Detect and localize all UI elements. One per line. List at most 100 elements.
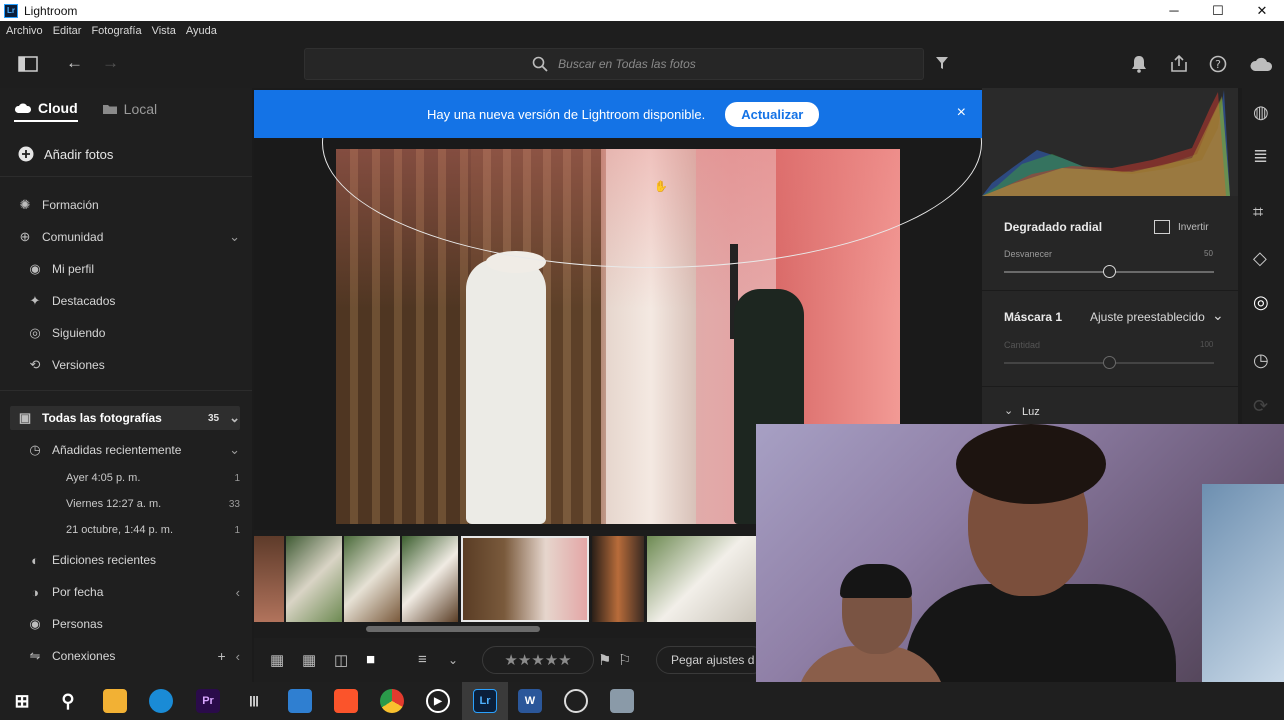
- cloud-sync-icon[interactable]: [1249, 56, 1273, 75]
- sidebar-item-community[interactable]: ⊕ Comunidad ⌄: [18, 226, 240, 248]
- sidebar-item-connections[interactable]: ⇋ Conexiones + ‹: [28, 645, 240, 667]
- close-banner-icon[interactable]: ×: [957, 104, 966, 122]
- panel-toggle-icon[interactable]: [18, 56, 38, 75]
- sidebar-item-all-photos[interactable]: ▣ Todas las fotografías 35 ⌄: [18, 407, 240, 429]
- filmstrip-thumbnail[interactable]: [254, 536, 284, 622]
- flag-reject-icon[interactable]: ⚐: [618, 651, 631, 669]
- menu-archivo[interactable]: Archivo: [6, 25, 43, 37]
- webcam-overlay: [756, 424, 1284, 682]
- chevron-down-icon: ⌄: [229, 410, 240, 425]
- sidebar-item-following[interactable]: ◎ Siguiendo: [28, 322, 240, 344]
- sidebar-item-recently-added[interactable]: ◷ Añadidas recientemente ⌄: [28, 439, 240, 461]
- minimize-button[interactable]: ─: [1152, 0, 1196, 21]
- lightroom-taskbar-icon[interactable]: Lr: [473, 689, 497, 713]
- sidebar-item-date[interactable]: Viernes 12:27 a. m. 33: [66, 493, 240, 515]
- sidebar-item-date[interactable]: Ayer 4:05 p. m. 1: [66, 467, 240, 489]
- filmstrip-thumbnail[interactable]: [402, 536, 458, 622]
- feather-slider-knob[interactable]: [1102, 265, 1116, 278]
- edit-tool-strip: ◍ ≣ ⌗ ◇ ◎ ◷ ⟳: [1242, 88, 1284, 424]
- star-rating[interactable]: ★★★★★: [482, 646, 594, 674]
- photo-grid-icon[interactable]: ▦: [302, 651, 316, 669]
- forward-arrow-icon[interactable]: →: [102, 54, 119, 71]
- mask-pin-icon[interactable]: ✋: [654, 180, 668, 193]
- preset-dropdown[interactable]: Ajuste preestablecido: [1090, 310, 1205, 324]
- menu-editar[interactable]: Editar: [53, 25, 82, 37]
- invert-label[interactable]: Invertir: [1178, 222, 1209, 233]
- sidebar-item-date[interactable]: 21 octubre, 1:44 p. m. 1: [66, 519, 240, 541]
- filmstrip-thumbnail-selected[interactable]: [461, 536, 589, 622]
- brave-icon[interactable]: [334, 689, 358, 713]
- history-icon[interactable]: ◷: [1253, 350, 1269, 371]
- window-controls: ─ ☐ ✕: [1152, 0, 1284, 21]
- chevron-down-icon[interactable]: ⌄: [1004, 404, 1013, 417]
- filmstrip-scrollbar[interactable]: [366, 626, 540, 632]
- invert-icon[interactable]: [1154, 220, 1170, 234]
- close-window-button[interactable]: ✕: [1240, 0, 1284, 21]
- filmstrip-thumbnail[interactable]: [647, 536, 756, 622]
- help-icon[interactable]: ?: [1209, 55, 1227, 76]
- versions-icon[interactable]: ⟳: [1253, 396, 1268, 417]
- chevron-down-icon[interactable]: ⌄: [1212, 307, 1224, 324]
- menu-bar: Archivo Editar Fotografía Vista Ayuda: [0, 21, 1284, 40]
- sidebar-item-label: Añadidas recientemente: [52, 443, 182, 457]
- sidebar-item-learn[interactable]: ✺ Formación: [18, 194, 240, 216]
- sidebar-item-people[interactable]: ◉ Personas: [28, 613, 240, 635]
- detail-view-icon[interactable]: ■: [366, 651, 375, 668]
- search-bar[interactable]: Buscar en Todas las fotos: [304, 48, 924, 80]
- svg-text:?: ?: [1215, 58, 1221, 71]
- menu-ayuda[interactable]: Ayuda: [186, 25, 217, 37]
- bell-icon[interactable]: [1131, 55, 1147, 76]
- paste-settings-button[interactable]: Pegar ajustes d: [656, 646, 766, 674]
- speedtest-icon[interactable]: [564, 689, 588, 713]
- photos-app-icon[interactable]: [288, 689, 312, 713]
- filmstrip-thumbnail[interactable]: [592, 536, 644, 622]
- amount-slider-knob[interactable]: [1102, 356, 1116, 369]
- filmstrip-thumbnail[interactable]: [344, 536, 400, 622]
- flag-pick-icon[interactable]: ⚑: [598, 651, 611, 669]
- sidebar-item-featured[interactable]: ✦ Destacados: [28, 290, 240, 312]
- healing-icon[interactable]: ◇: [1253, 248, 1267, 269]
- camera-app-icon[interactable]: [610, 689, 634, 713]
- filter-icon[interactable]: [935, 56, 949, 73]
- premiere-icon[interactable]: Pr: [196, 689, 220, 713]
- chrome-icon[interactable]: [380, 689, 404, 713]
- start-icon[interactable]: ⊞: [10, 689, 34, 713]
- sidebar-item-label: Todas las fotografías: [42, 411, 162, 425]
- sidebar-item-label: Siguiendo: [52, 326, 106, 340]
- taskbar: ⊞ ⚲ Pr ||| ▶ Lr W: [0, 682, 1284, 720]
- edge-icon[interactable]: [149, 689, 173, 713]
- menu-vista[interactable]: Vista: [152, 25, 176, 37]
- square-grid-icon[interactable]: ▦: [270, 651, 284, 669]
- chevron-down-icon[interactable]: ⌄: [448, 653, 458, 667]
- menu-fotografia[interactable]: Fotografía: [91, 25, 141, 37]
- tab-cloud[interactable]: Cloud: [14, 100, 78, 122]
- sidebar-item-recent-edits[interactable]: ◐ Ediciones recientes: [28, 549, 240, 571]
- audio-app-icon[interactable]: |||: [242, 689, 266, 713]
- update-button[interactable]: Actualizar: [725, 101, 820, 127]
- sort-icon[interactable]: ≡: [418, 651, 427, 668]
- media-player-icon[interactable]: ▶: [426, 689, 450, 713]
- chevron-down-icon: ⌄: [229, 442, 240, 457]
- edit-sliders-icon[interactable]: ≣: [1253, 146, 1268, 167]
- add-photos-button[interactable]: Añadir fotos: [18, 146, 113, 162]
- tab-local[interactable]: Local: [102, 100, 157, 122]
- back-arrow-icon[interactable]: ←: [66, 54, 83, 71]
- filmstrip-thumbnail[interactable]: [286, 536, 342, 622]
- search-placeholder: Buscar en Todas las fotos: [558, 57, 696, 71]
- word-icon[interactable]: W: [518, 689, 542, 713]
- share-icon[interactable]: [1170, 54, 1188, 76]
- search-icon[interactable]: ⚲: [56, 689, 80, 713]
- plus-icon[interactable]: +: [217, 648, 225, 664]
- sidebar-item-versions[interactable]: ⟲ Versiones: [28, 354, 240, 376]
- compare-icon[interactable]: ◫: [334, 651, 348, 669]
- sidebar-divider: [0, 390, 252, 391]
- sidebar-item-profile[interactable]: ◉ Mi perfil: [28, 258, 240, 280]
- maximize-button[interactable]: ☐: [1196, 0, 1240, 21]
- sidebar-item-by-date[interactable]: ◑ Por fecha ‹: [28, 581, 240, 603]
- presets-icon[interactable]: ◍: [1253, 102, 1269, 123]
- file-explorer-icon[interactable]: [103, 689, 127, 713]
- light-section-label[interactable]: Luz: [1022, 406, 1040, 418]
- masking-icon[interactable]: ◎: [1253, 292, 1269, 313]
- globe-icon: ⊕: [19, 229, 31, 244]
- crop-icon[interactable]: ⌗: [1253, 202, 1263, 223]
